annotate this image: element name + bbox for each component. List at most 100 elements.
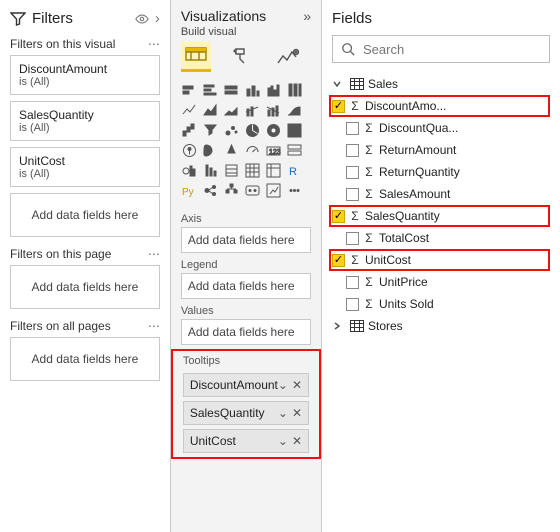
field-row[interactable]: ΣReturnAmount	[332, 139, 550, 161]
field-row[interactable]: ✓ΣSalesQuantity	[329, 205, 550, 227]
build-mode-button[interactable]	[181, 42, 211, 72]
filter-card[interactable]: SalesQuantityis (All)	[10, 101, 160, 141]
viz-type-more[interactable]	[286, 182, 303, 199]
filter-card[interactable]: UnitCostis (All)	[10, 147, 160, 187]
remove-icon[interactable]: ✕	[292, 434, 302, 448]
chevron-down-icon[interactable]	[332, 79, 346, 89]
tooltip-field-row[interactable]: SalesQuantity⌄✕	[183, 401, 309, 425]
legend-well[interactable]: Add data fields here	[181, 273, 311, 299]
table-row[interactable]: Sales	[332, 73, 550, 95]
viz-type-treemap[interactable]	[286, 122, 303, 139]
field-checkbox[interactable]: ✓	[332, 254, 345, 267]
field-checkbox[interactable]	[346, 166, 359, 179]
viz-type-paginated[interactable]	[265, 182, 282, 199]
chevron-down-icon[interactable]: ⌄	[278, 406, 288, 420]
field-checkbox[interactable]: ✓	[332, 100, 345, 113]
viz-type-multi-row-card[interactable]	[286, 142, 303, 159]
viz-type-slicer[interactable]	[223, 162, 240, 179]
more-icon[interactable]: ⋯	[148, 37, 160, 51]
viz-type-line-col[interactable]	[244, 102, 261, 119]
more-icon[interactable]: ⋯	[148, 247, 160, 261]
viz-type-qna[interactable]	[244, 182, 261, 199]
viz-type-r-visual[interactable]: R	[286, 162, 303, 179]
filter-card[interactable]: DiscountAmountis (All)	[10, 55, 160, 95]
expand-icon[interactable]: »	[303, 8, 311, 24]
viz-type-bar-100[interactable]	[223, 82, 240, 99]
table-name: Stores	[368, 319, 550, 333]
viz-type-kpi2[interactable]	[202, 162, 219, 179]
field-row[interactable]: ΣDiscountQua...	[332, 117, 550, 139]
filters-visual-add[interactable]: Add data fields here	[10, 193, 160, 237]
filters-all-add[interactable]: Add data fields here	[10, 337, 160, 381]
field-checkbox[interactable]: ✓	[332, 210, 345, 223]
sigma-icon: Σ	[363, 297, 375, 311]
field-row[interactable]: ✓ΣDiscountAmo...	[329, 95, 550, 117]
axis-well[interactable]: Add data fields here	[181, 227, 311, 253]
remove-icon[interactable]: ✕	[292, 406, 302, 420]
tooltip-field-row[interactable]: UnitCost⌄✕	[183, 429, 309, 453]
viz-type-azure-map[interactable]	[223, 142, 240, 159]
viz-type-decomp[interactable]	[223, 182, 240, 199]
search-input[interactable]	[361, 41, 541, 58]
sigma-icon: Σ	[363, 275, 375, 289]
viz-type-bar-clustered[interactable]	[202, 82, 219, 99]
chevron-down-icon[interactable]: ⌄	[278, 434, 288, 448]
fields-pane: Fields Sales✓ΣDiscountAmo...ΣDiscountQua…	[322, 0, 560, 532]
viz-type-filled-map[interactable]	[202, 142, 219, 159]
viz-type-ribbon[interactable]	[286, 102, 303, 119]
viz-type-area-stacked[interactable]	[223, 102, 240, 119]
field-name: UnitPrice	[379, 275, 550, 289]
viz-type-py-visual[interactable]: Py	[181, 182, 198, 199]
filters-pane: Filters › Filters on this visual ⋯ Disco…	[0, 0, 171, 532]
field-row[interactable]: Σ Units Sold	[332, 293, 550, 315]
field-row[interactable]: ΣTotalCost	[332, 227, 550, 249]
chevron-right-icon[interactable]	[332, 321, 346, 331]
filter-icon	[10, 11, 26, 27]
viz-type-matrix[interactable]	[265, 162, 282, 179]
fields-search[interactable]	[332, 35, 550, 63]
field-checkbox[interactable]	[346, 144, 359, 157]
analytics-mode-button[interactable]	[273, 42, 303, 72]
filters-page-add[interactable]: Add data fields here	[10, 265, 160, 309]
viz-type-pie[interactable]	[244, 122, 261, 139]
viz-type-map[interactable]	[181, 142, 198, 159]
viz-type-area[interactable]	[202, 102, 219, 119]
remove-icon[interactable]: ✕	[292, 378, 302, 392]
field-checkbox[interactable]	[346, 122, 359, 135]
svg-text:Py: Py	[182, 187, 194, 198]
chevron-down-icon[interactable]: ⌄	[278, 378, 288, 392]
format-mode-button[interactable]	[227, 42, 257, 72]
field-name: Units Sold	[379, 297, 550, 311]
viz-type-funnel[interactable]	[202, 122, 219, 139]
viz-type-card[interactable]: 123	[265, 142, 282, 159]
tooltip-field-name: DiscountAmount	[190, 378, 278, 392]
viz-type-scatter[interactable]	[223, 122, 240, 139]
viz-type-line[interactable]	[181, 102, 198, 119]
sigma-icon: Σ	[349, 99, 361, 113]
viz-type-gauge[interactable]	[244, 142, 261, 159]
tooltip-field-row[interactable]: DiscountAmount⌄ ✕	[183, 373, 309, 397]
more-icon[interactable]: ⋯	[148, 319, 160, 333]
viz-type-donut[interactable]	[265, 122, 282, 139]
field-row[interactable]: ΣSalesAmount	[332, 183, 550, 205]
field-checkbox[interactable]	[346, 188, 359, 201]
field-row[interactable]: ✓ΣUnitCost	[329, 249, 550, 271]
viz-type-table[interactable]	[244, 162, 261, 179]
viz-type-waterfall[interactable]	[181, 122, 198, 139]
viz-type-column-stacked[interactable]	[244, 82, 261, 99]
field-checkbox[interactable]	[346, 232, 359, 245]
viz-type-column-100[interactable]	[286, 82, 303, 99]
field-checkbox[interactable]	[346, 276, 359, 289]
viz-type-kpi[interactable]	[181, 162, 198, 179]
collapse-icon[interactable]: ›	[155, 10, 160, 27]
viz-type-key-influencers[interactable]	[202, 182, 219, 199]
table-row[interactable]: Stores	[332, 315, 550, 337]
values-well[interactable]: Add data fields here	[181, 319, 311, 345]
field-row[interactable]: ΣReturnQuantity	[332, 161, 550, 183]
viz-type-line-col2[interactable]	[265, 102, 282, 119]
viz-type-column-clustered[interactable]	[265, 82, 282, 99]
eye-icon[interactable]	[135, 12, 149, 26]
field-row[interactable]: Σ UnitPrice	[332, 271, 550, 293]
viz-type-bar-stacked[interactable]	[181, 82, 198, 99]
field-checkbox[interactable]	[346, 298, 359, 311]
